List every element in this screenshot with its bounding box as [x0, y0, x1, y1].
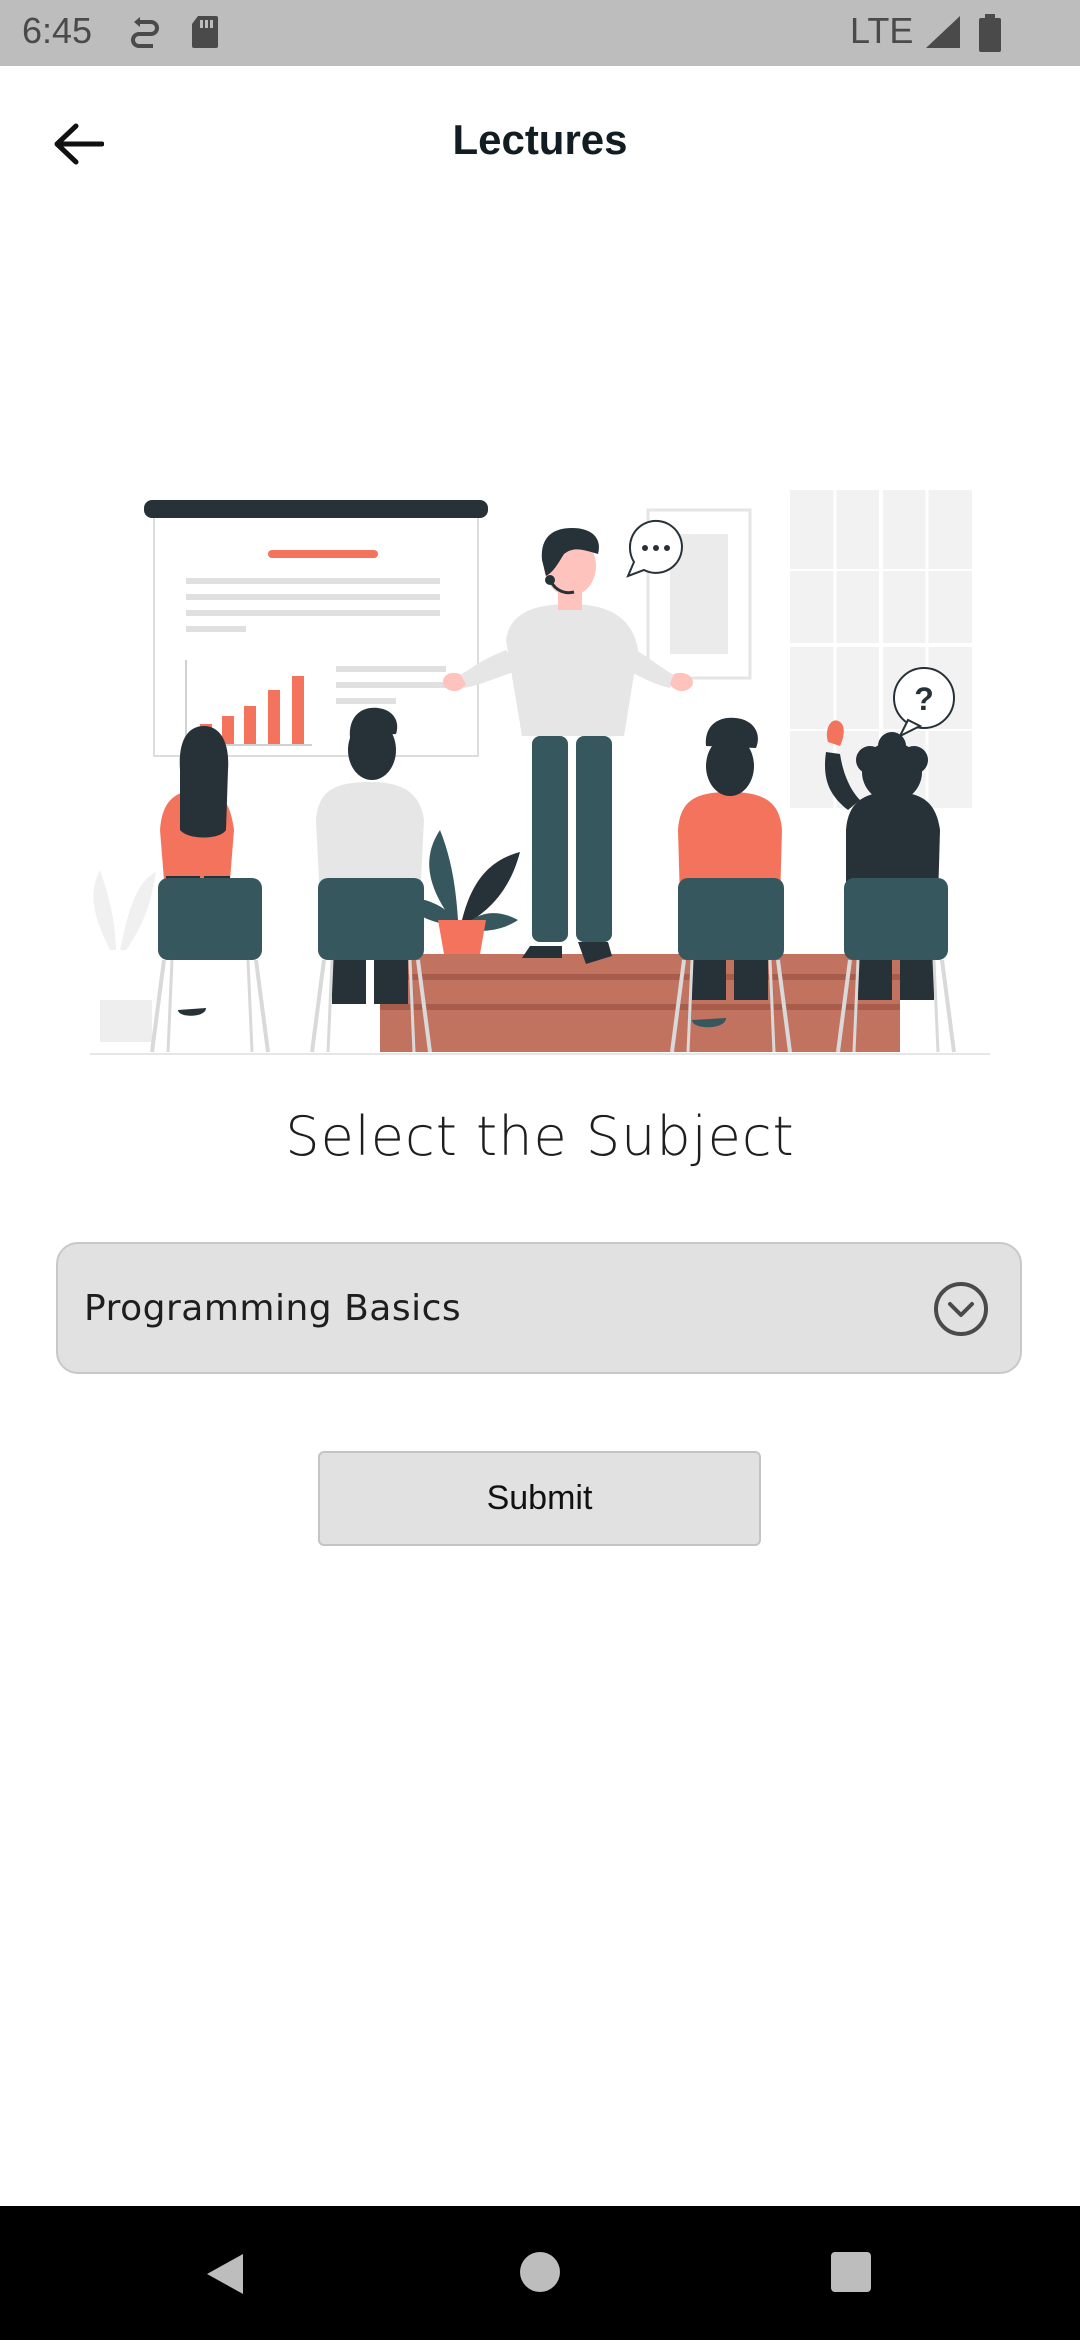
audience-member [150, 726, 270, 1053]
sync-icon [130, 14, 160, 55]
background-plant [93, 870, 156, 1042]
subject-dropdown[interactable]: Programming Basics [56, 1242, 1022, 1374]
chevron-down-circle-icon [932, 1280, 990, 1343]
status-bar: 6:45 LTE [0, 0, 1080, 66]
presentation-screen [144, 500, 488, 757]
question-mark: ? [914, 681, 934, 717]
back-triangle-icon[interactable] [203, 2250, 247, 2303]
page-title: Lectures [452, 116, 628, 163]
recents-square-icon[interactable] [829, 2250, 873, 2299]
system-navigation-bar [0, 2206, 1080, 2340]
lecture-illustration: ? [90, 490, 990, 1055]
battery-icon [978, 14, 1002, 57]
app-bar: Lectures [0, 66, 1080, 216]
home-circle-icon[interactable] [518, 2250, 562, 2299]
submit-button[interactable]: Submit [318, 1451, 761, 1546]
sd-card-icon [190, 14, 220, 55]
stage [380, 954, 900, 1052]
network-type: LTE [850, 10, 914, 51]
dropdown-selected-value: Programming Basics [84, 1288, 462, 1329]
status-time: 6:45 [22, 10, 93, 51]
select-subject-heading: Select the Subject [285, 1105, 795, 1168]
audience-member [310, 707, 432, 1053]
signal-icon [924, 14, 962, 55]
